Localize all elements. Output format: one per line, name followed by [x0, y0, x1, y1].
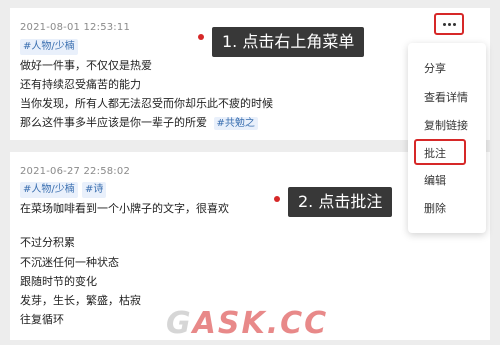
menu-item-share[interactable]: 分享: [424, 62, 446, 76]
annotate-highlight-box: [414, 139, 466, 165]
memo-timestamp: 2021-06-27 22:58:02: [20, 166, 131, 177]
menu-item-delete[interactable]: 删除: [424, 202, 446, 216]
memo-line: 发芽，生长，繁盛，枯寂: [20, 294, 141, 307]
memo-line: 还有持续忍受痛苦的能力: [20, 78, 141, 91]
memo-tag[interactable]: #诗: [82, 182, 107, 198]
memo-line: 当你发现，所有人都无法忍受而你却乐此不疲的时候: [20, 97, 273, 110]
more-dots-icon: [442, 22, 456, 26]
memo-line: 跟随时节的变化: [20, 275, 97, 288]
memo-line: 不过分积累: [20, 236, 75, 249]
more-menu-button[interactable]: [434, 13, 464, 35]
callout-step-1: 1. 点击右上角菜单: [212, 27, 365, 57]
more-menu: 分享 查看详情 复制链接 批注 编辑 删除: [408, 43, 486, 233]
callout-marker: [274, 196, 280, 202]
menu-item-edit[interactable]: 编辑: [424, 174, 446, 188]
memo-line: 不沉迷任何一种状态: [20, 256, 119, 269]
watermark-rest: ASK.CC: [192, 306, 329, 341]
callout-marker: [198, 34, 204, 40]
memo-tag[interactable]: #人物/少楠: [20, 39, 78, 55]
callout-step-2: 2. 点击批注: [288, 187, 393, 217]
site-watermark: GASK.CC: [166, 306, 328, 341]
memo-tag[interactable]: #人物/少楠: [20, 182, 78, 198]
memo-inline-tag[interactable]: #共勉之: [213, 117, 258, 130]
memo-line: 往复循环: [20, 313, 64, 326]
memo-timestamp: 2021-08-01 12:53:11: [20, 22, 131, 33]
memo-line: 做好一件事，不仅仅是热爱: [20, 59, 152, 72]
memo-line: 那么这件事多半应该是你一辈子的所爱 #共勉之: [20, 116, 258, 131]
menu-item-details[interactable]: 查看详情: [424, 91, 468, 105]
memo-line: 在菜场咖啡看到一个小牌子的文字，很喜欢: [20, 202, 229, 215]
memo-line-text: 那么这件事多半应该是你一辈子的所爱: [20, 116, 207, 129]
watermark-letter: G: [166, 306, 193, 341]
menu-item-copy-link[interactable]: 复制链接: [424, 119, 468, 133]
